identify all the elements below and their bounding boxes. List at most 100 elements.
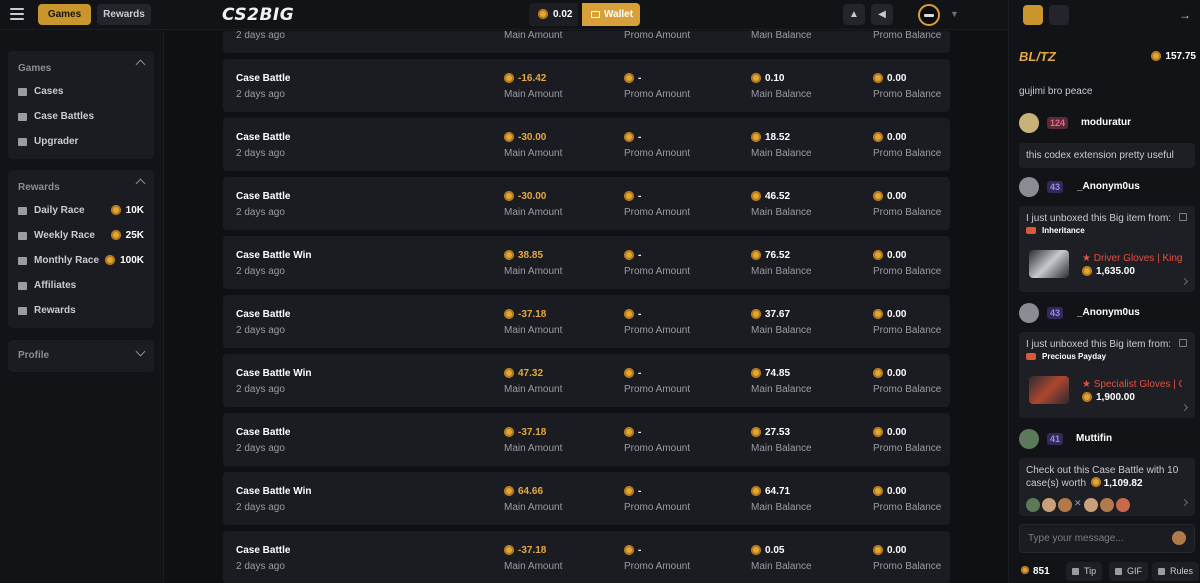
main-amount-text: -30.00 [518,191,547,202]
promo-balance-text: 0.00 [887,545,907,556]
coin-icon [624,486,634,496]
sidebar-item-affiliates[interactable]: Affiliates [18,279,146,295]
chevron-right-icon[interactable] [1180,403,1189,412]
main-amount-label: Main Amount [504,148,563,159]
race-icon [18,207,27,215]
main-balance-cell: 27.53 Main Balance [751,427,812,454]
wallet-button[interactable]: Wallet [582,3,640,26]
games-nav-button[interactable]: Games [38,4,91,25]
main-balance-text: 37.67 [765,309,791,320]
avatar[interactable] [918,4,940,26]
table-row: Case Battle 2 days ago -30.00 Main Amount - P… [223,177,950,230]
avatar[interactable] [1019,113,1039,133]
main-balance-label: Main Balance [751,443,812,454]
username[interactable]: Muttifin [1076,433,1112,444]
case-name[interactable]: Inheritance [1026,226,1085,235]
avatar[interactable] [1019,303,1039,323]
sidebar-item-case-battles[interactable]: Case Battles [18,110,146,126]
main-balance-value: 18.52 [751,132,812,145]
balance-display[interactable]: 0.02 [529,3,578,26]
username[interactable]: _Anonym0us [1077,307,1140,318]
promo-amount-text: - [638,73,642,84]
battle-card[interactable]: Check out this Case Battle with 10 case(… [1019,458,1195,516]
username[interactable]: _Anonym0us [1077,181,1140,192]
close-chat-icon[interactable]: → [1175,5,1195,25]
case-name[interactable]: Precious Payday [1026,352,1106,361]
promo-amount-label: Promo Amount [624,207,691,218]
chat-user[interactable]: 43 _Anonym0us [1019,177,1195,199]
games-heading: Games [18,63,52,74]
main-amount-cell: 47.32 Main Amount [504,368,562,395]
promo-amount-cell: - Promo Amount [624,368,690,395]
chevron-right-icon[interactable] [1180,498,1189,507]
main-balance-text: 0.05 [765,545,785,556]
promo-balance-value: 0.00 [873,191,941,204]
table-row: Case Battle 2 days ago -30.00 Main Amount - P… [223,118,950,171]
chevron-up-icon[interactable] [135,178,146,189]
chat-user[interactable]: 41 Muttifin [1019,429,1195,451]
cases-icon [18,88,27,96]
tip-button[interactable]: Tip [1066,562,1103,581]
chevron-down-icon[interactable]: ▼ [950,9,959,19]
promo-balance-label: Promo Balance [873,325,942,336]
main-balance-cell: 0.05 Main Balance [751,545,812,572]
transaction-type: Case Battle Win [236,368,312,379]
main-amount-label: Main Amount [504,325,563,336]
transaction-type: Case Battle Win [236,486,312,497]
sidebar-item-label: Monthly Race [34,255,100,266]
race-value-text: 100K [120,255,144,266]
promo-balance-text: 0.00 [887,250,907,261]
menu-icon[interactable] [10,8,24,20]
chat-toggle-button[interactable] [1023,5,1043,25]
chat-message: I just unboxed this Big item from: [1026,339,1172,350]
gif-button[interactable]: GIF [1109,562,1148,581]
coin-icon [873,250,883,260]
coin-icon [751,132,761,142]
avatar[interactable] [1019,429,1039,449]
main-balance-text: 74.85 [765,368,791,379]
rewards-nav-button[interactable]: Rewards [97,4,151,25]
sound-button[interactable]: ◀ [871,4,893,25]
battle-participants: ✕ [1026,498,1132,514]
promo-amount-value: - [624,545,690,558]
avatar[interactable] [1019,177,1039,197]
main-amount-value: -37.18 [504,309,562,322]
transaction-type: Case Battle [236,73,291,84]
chat-input[interactable]: Type your message... [1019,524,1195,553]
chat-user[interactable]: 43 _Anonym0us [1019,303,1195,325]
chevron-up-icon[interactable] [135,59,146,70]
username[interactable]: moduratur [1081,117,1131,128]
copy-icon[interactable] [1179,339,1187,347]
sidebar-item-rewards[interactable]: Rewards [18,304,146,320]
emoji-icon[interactable] [1172,531,1186,545]
chevron-right-icon[interactable] [1180,277,1189,286]
site-logo[interactable]: CS2BIG [222,5,294,25]
promo-balance-text: 0.00 [887,427,907,438]
coin-icon [751,250,761,260]
transactions-list: 2 days ago Main Amount Promo Amount Main Ba… [165,31,1008,583]
rules-icon [1158,568,1165,575]
chevron-down-icon[interactable] [135,346,146,357]
main-balance-value: 0.10 [751,73,812,86]
promo-amount-text: - [638,132,642,143]
profile-panel[interactable]: Profile [8,340,154,372]
swap-icon[interactable] [1049,5,1069,25]
sidebar-item-upgrader[interactable]: Upgrader [18,135,146,151]
unbox-card[interactable]: I just unboxed this Big item from: Preci… [1019,332,1195,418]
main-balance-cell: 74.85 Main Balance [751,368,812,395]
main-balance-text: 76.52 [765,250,791,261]
unbox-card[interactable]: I just unboxed this Big item from: Inher… [1019,206,1195,292]
rules-button[interactable]: Rules [1152,562,1200,581]
sidebar-item-monthly-race[interactable]: Monthly Race 100K [18,254,146,270]
sidebar-item-weekly-race[interactable]: Weekly Race 25K [18,229,146,245]
main-balance-cell: Main Balance [751,31,812,41]
sidebar-item-cases[interactable]: Cases [18,85,146,101]
balance-value: 0.02 [553,9,573,20]
notifications-button[interactable]: ▲ [843,4,865,25]
chat-message: gujimi bro peace [1019,86,1093,97]
sidebar-item-daily-race[interactable]: Daily Race 10K [18,204,146,220]
chat-bubble: this codex extension pretty useful [1019,143,1195,168]
chat-user[interactable]: 124 moduratur [1019,113,1195,135]
copy-icon[interactable] [1179,213,1187,221]
main-amount-text: -37.18 [518,545,547,556]
